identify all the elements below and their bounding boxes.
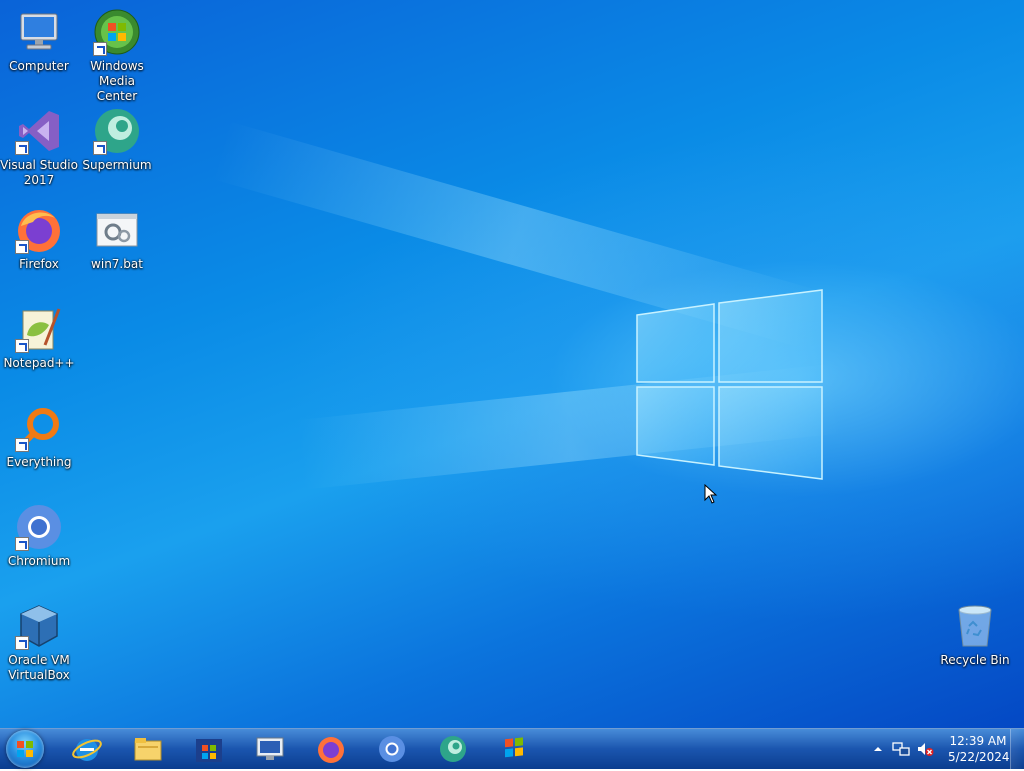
start-button[interactable] [6, 730, 44, 768]
network-icon[interactable] [892, 740, 910, 758]
notepad-plus-plus-icon [15, 305, 63, 353]
clock-date: 5/22/2024 [948, 750, 1010, 764]
windows-logo [636, 289, 823, 480]
desktop-icon-label: Recycle Bin [940, 653, 1010, 667]
mouse-pointer-icon [704, 484, 718, 504]
system-tray: 12:39 AM 5/22/2024 [872, 729, 1010, 769]
desktop-icon-computer[interactable]: Computer [0, 8, 78, 74]
clock[interactable]: 12:39 AM 5/22/2024 [948, 733, 1010, 765]
microsoft-store-icon [196, 739, 222, 762]
desktop-wallpaper[interactable]: Computer Windows Media Center Visual Stu… [0, 0, 1024, 728]
desktop-icon-recycle-bin[interactable]: Recycle Bin [936, 602, 1014, 668]
shortcut-arrow-icon [93, 141, 107, 155]
taskbar-internet-explorer[interactable] [60, 731, 114, 767]
desktop-icon-notepad-plus-plus[interactable]: Notepad++ [0, 305, 78, 371]
taskbar-chromium[interactable] [365, 731, 419, 767]
windows-media-center-icon [93, 8, 141, 56]
show-hidden-icons-arrow[interactable] [872, 743, 884, 755]
desktop-icon-windows-media-center[interactable]: Windows Media Center [78, 8, 156, 104]
desktop-icon-visual-studio[interactable]: Visual Studio 2017 [0, 107, 78, 188]
desktop-icon-label: Windows Media Center [90, 59, 144, 103]
taskbar: 12:39 AM 5/22/2024 [0, 728, 1024, 769]
desktop-icon-label: Oracle VM VirtualBox [8, 653, 70, 682]
supermium-icon [93, 107, 141, 155]
show-desktop-button[interactable] [1010, 729, 1024, 769]
chromium-icon [379, 736, 405, 762]
shortcut-arrow-icon [93, 42, 107, 56]
desktop-icon-virtualbox[interactable]: Oracle VM VirtualBox [0, 602, 78, 683]
visual-studio-icon [15, 107, 63, 155]
shortcut-arrow-icon [15, 636, 29, 650]
desktop-icon-label: Chromium [7, 554, 71, 568]
desktop-icon-label: Supermium [82, 158, 152, 172]
shortcut-arrow-icon [15, 537, 29, 551]
taskbar-file-explorer[interactable] [121, 731, 175, 767]
taskbar-windows-media-center[interactable] [487, 731, 541, 767]
taskbar-firefox[interactable] [304, 731, 358, 767]
desktop-icon-label: Firefox [19, 257, 59, 271]
remote-desktop-icon [256, 737, 284, 760]
clock-time: 12:39 AM [949, 734, 1007, 748]
shortcut-arrow-icon [15, 141, 29, 155]
desktop-icon-supermium[interactable]: Supermium [78, 107, 156, 173]
desktop-icon-label: Visual Studio 2017 [0, 158, 78, 187]
taskbar-supermium[interactable] [426, 731, 480, 767]
taskbar-remote-desktop[interactable] [243, 731, 297, 767]
internet-explorer-icon [72, 739, 102, 761]
windows-flag-icon [17, 741, 33, 757]
shortcut-arrow-icon [15, 240, 29, 254]
everything-search-icon [15, 404, 63, 452]
chromium-icon [15, 503, 63, 551]
desktop-icon-label: Notepad++ [3, 356, 75, 370]
desktop-icon-label: win7.bat [91, 257, 143, 271]
computer-icon [15, 8, 63, 56]
desktop-icon-chromium[interactable]: Chromium [0, 503, 78, 569]
desktop-icon-win7-bat[interactable]: win7.bat [78, 206, 156, 272]
recycle-bin-icon [951, 602, 999, 650]
desktop-icon-label: Computer [9, 59, 69, 73]
firefox-icon [318, 737, 344, 763]
shortcut-arrow-icon [15, 339, 29, 353]
desktop-icon-label: Everything [6, 455, 72, 469]
taskbar-microsoft-store[interactable] [182, 731, 236, 767]
virtualbox-icon [15, 602, 63, 650]
windows-media-center-icon [505, 737, 523, 758]
volume-muted-icon[interactable] [916, 740, 934, 758]
batch-file-icon [93, 206, 141, 254]
desktop-icon-firefox[interactable]: Firefox [0, 206, 78, 272]
shortcut-arrow-icon [15, 438, 29, 452]
file-explorer-icon [134, 738, 162, 761]
desktop-icon-everything[interactable]: Everything [0, 404, 78, 470]
supermium-icon [440, 736, 466, 762]
firefox-icon [15, 206, 63, 254]
